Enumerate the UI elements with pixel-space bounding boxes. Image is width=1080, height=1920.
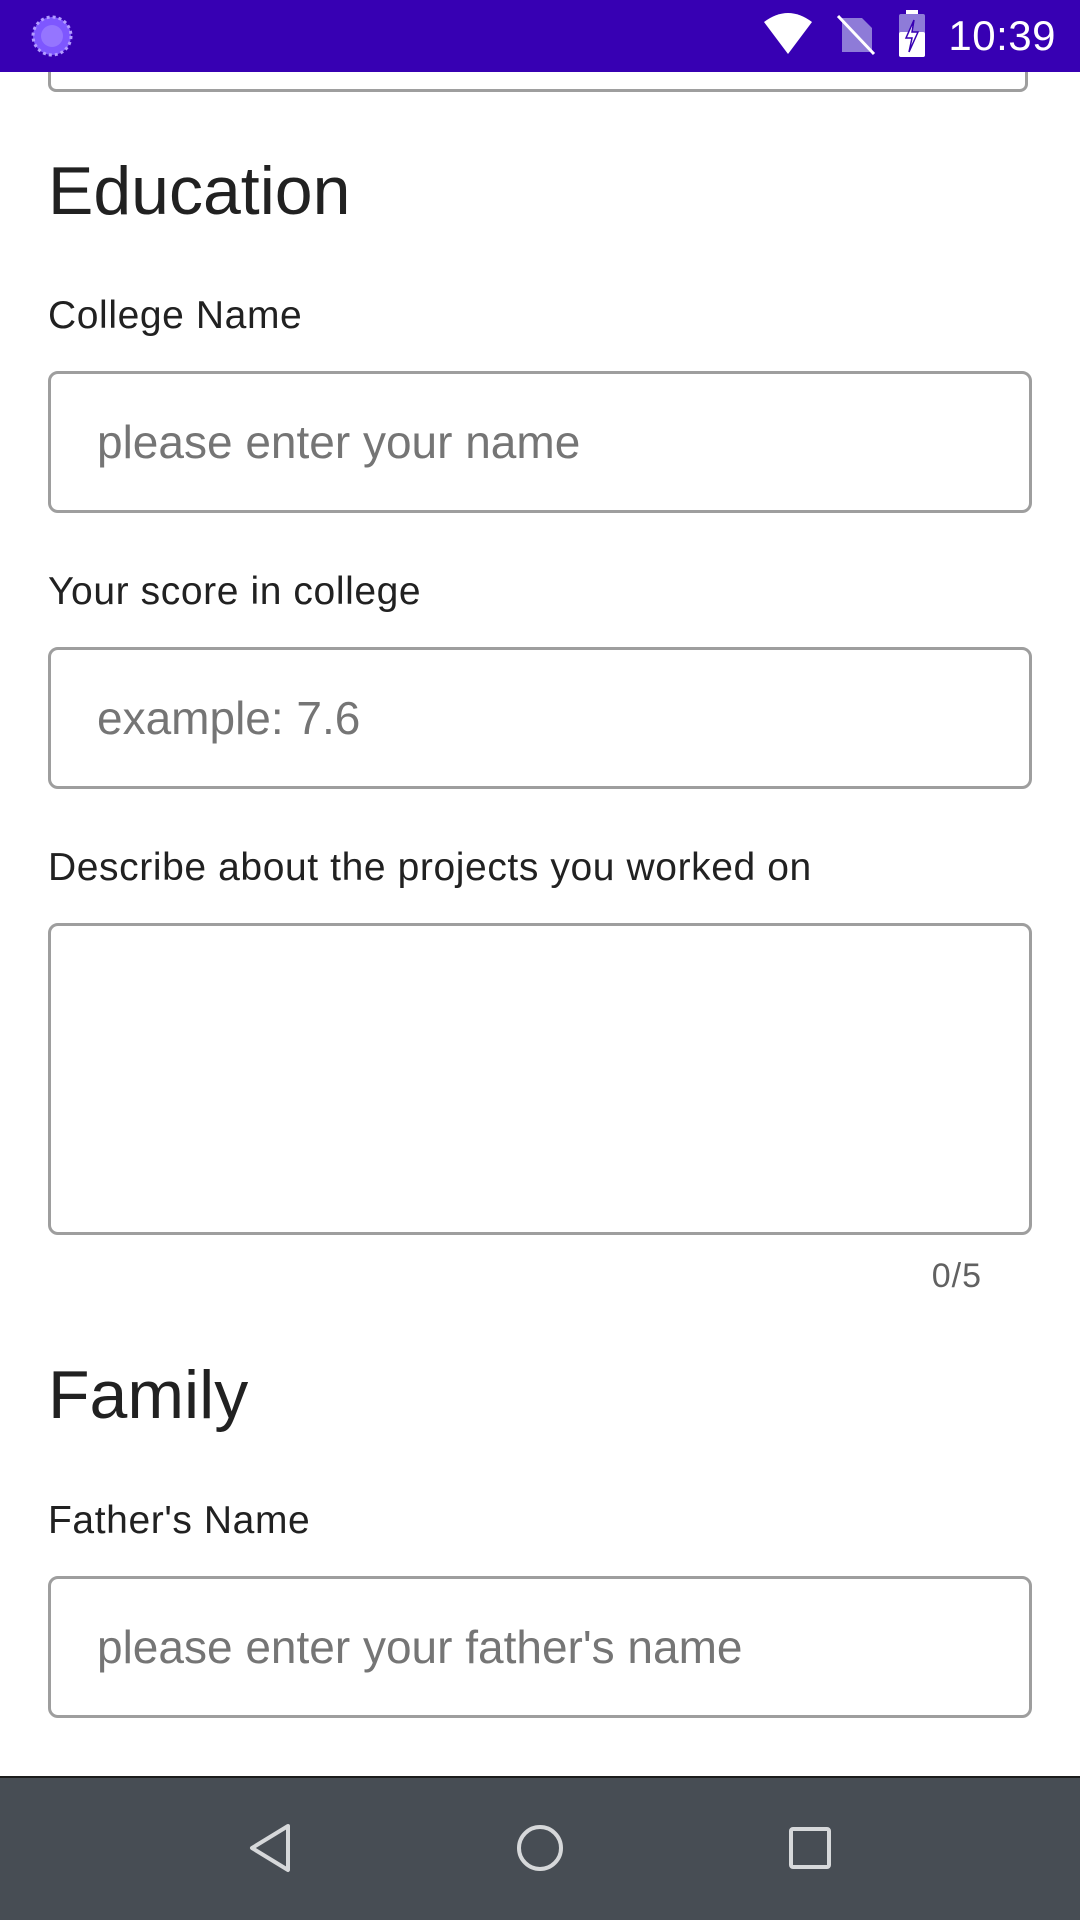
college-name-label: College Name bbox=[48, 294, 303, 337]
college-name-field[interactable] bbox=[48, 371, 1032, 513]
navigation-bar bbox=[0, 1776, 1080, 1920]
previous-text-field[interactable] bbox=[48, 72, 1028, 92]
recents-button[interactable] bbox=[770, 1810, 850, 1890]
father-name-field[interactable] bbox=[48, 1576, 1032, 1718]
score-label: Your score in college bbox=[48, 570, 422, 613]
back-button[interactable] bbox=[230, 1810, 310, 1890]
father-name-input[interactable] bbox=[51, 1579, 1029, 1715]
projects-textarea[interactable] bbox=[51, 926, 1029, 1232]
battery-charging-icon bbox=[898, 9, 926, 63]
score-input[interactable] bbox=[51, 650, 1029, 786]
score-field[interactable] bbox=[48, 647, 1032, 789]
status-icons: 10:39 bbox=[762, 0, 1056, 72]
projects-character-counter: 0/5 bbox=[931, 1257, 982, 1295]
loading-icon bbox=[30, 14, 74, 58]
section-title-family: Family bbox=[48, 1357, 249, 1433]
section-title-education: Education bbox=[48, 153, 351, 229]
home-button[interactable] bbox=[500, 1810, 580, 1890]
projects-label: Describe about the projects you worked o… bbox=[48, 846, 812, 889]
projects-field[interactable] bbox=[48, 923, 1032, 1235]
home-icon bbox=[515, 1823, 565, 1878]
status-time: 10:39 bbox=[948, 12, 1056, 59]
college-name-input[interactable] bbox=[51, 374, 1029, 510]
form-content[interactable]: Education College Name Your score in col… bbox=[0, 72, 1080, 1776]
father-name-label: Father's Name bbox=[48, 1499, 311, 1542]
status-bar: 10:39 bbox=[0, 0, 1080, 72]
recents-icon bbox=[788, 1826, 832, 1875]
back-icon bbox=[246, 1822, 294, 1879]
no-sim-icon bbox=[836, 12, 876, 61]
wifi-icon bbox=[762, 12, 814, 61]
